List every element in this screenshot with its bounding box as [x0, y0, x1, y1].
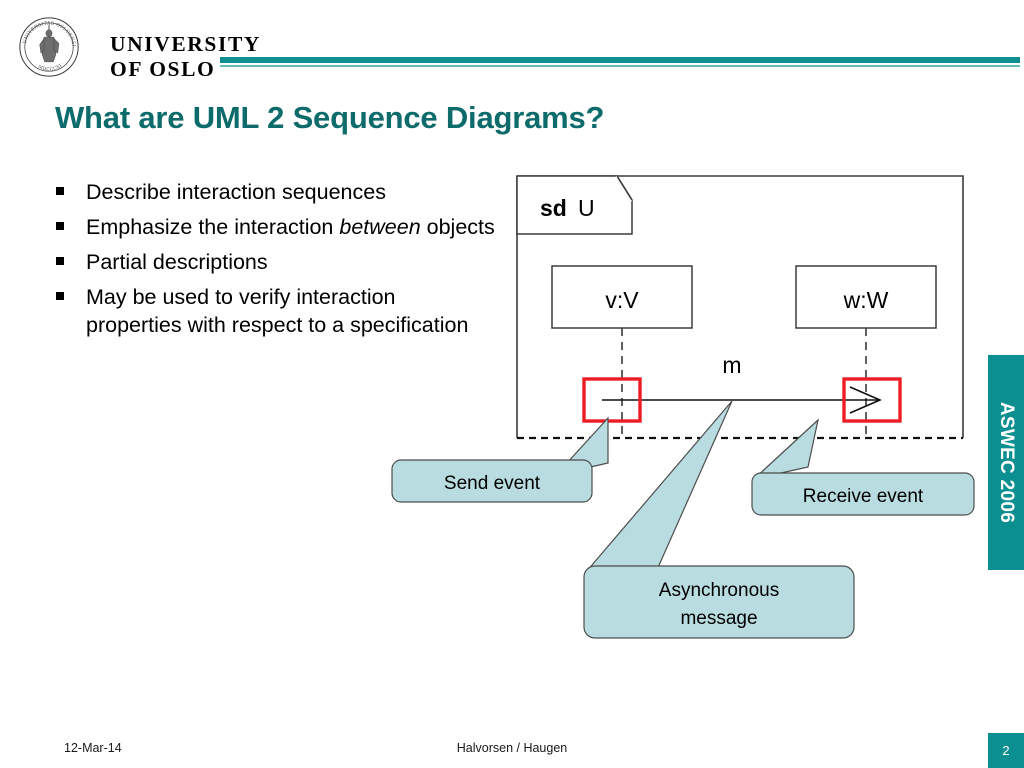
conference-sidebar: ASWEC 2006: [988, 355, 1024, 570]
footer-page-number: 2: [1002, 743, 1010, 758]
send-event-callout-label: Send event: [444, 473, 541, 494]
bullet-square-icon: [56, 187, 64, 195]
receive-event-callout-tail: [751, 418, 819, 481]
slide: UNIVERSITAS OSLOENSIS · MDCCCXI · UNIVER…: [0, 0, 1024, 768]
async-message-callout-line2: message: [680, 608, 757, 629]
sequence-diagram-canvas: sd U v:V w:W m Send event Receive event …: [391, 175, 975, 639]
message-label: m: [722, 352, 741, 378]
header-rule-thin: [220, 65, 1020, 67]
frame-keyword: sd: [540, 195, 567, 221]
bullet-square-icon: [56, 257, 64, 265]
lifeline-label-v: v:V: [605, 287, 639, 313]
lifeline-label-w: w:W: [843, 287, 889, 313]
async-message-callout-line1: Asynchronous: [659, 580, 779, 601]
frame-tag-pentagon: [516, 175, 633, 235]
bullet-item-text: Partial descriptions: [86, 250, 268, 274]
sequence-diagram: sd U v:V w:W m Send event Receive event …: [380, 168, 1000, 668]
receive-event-callout-label: Receive event: [803, 486, 924, 507]
frame-name: U: [578, 195, 595, 221]
page-title: What are UML 2 Sequence Diagrams?: [55, 100, 605, 135]
bullet-square-icon: [56, 292, 64, 300]
bullet-square-icon: [56, 222, 64, 230]
bullet-item-text: Describe interaction sequences: [86, 180, 386, 204]
uio-seal-icon: UNIVERSITAS OSLOENSIS · MDCCCXI ·: [18, 16, 79, 77]
university-logo: UNIVERSITAS OSLOENSIS · MDCCCXI · UNIVER…: [18, 12, 538, 82]
header-rule-thick: [220, 57, 1020, 63]
footer-authors: Halvorsen / Haugen: [456, 741, 568, 755]
conference-sidebar-label: ASWEC 2006: [996, 401, 1017, 524]
